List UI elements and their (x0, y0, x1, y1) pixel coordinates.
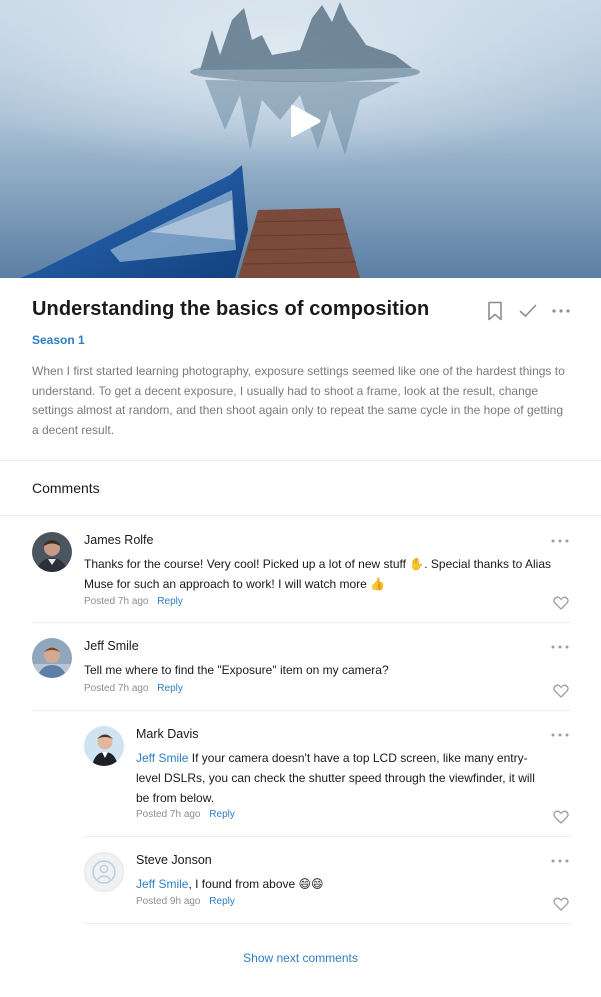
reply-item: Mark Davis Jeff Smile If your camera doe… (84, 726, 570, 826)
comment-item: James Rolfe Thanks for the course! Very … (32, 532, 570, 612)
play-button[interactable] (283, 99, 327, 143)
avatar[interactable] (32, 532, 72, 572)
lesson-actions (485, 300, 571, 322)
avatar-placeholder[interactable] (84, 852, 124, 892)
comment-text: Thanks for the course! Very cool! Picked… (84, 557, 551, 591)
more-icon[interactable] (550, 731, 570, 739)
comment-divider (32, 622, 570, 623)
season-link[interactable]: Season 1 (32, 333, 85, 347)
mention-link[interactable]: Jeff Smile (136, 877, 188, 891)
reply-button[interactable]: Reply (209, 896, 235, 907)
comment-meta: Posted 7h ago Reply (84, 596, 183, 607)
comments-heading: Comments (32, 480, 100, 496)
mark-complete-button[interactable] (518, 300, 538, 322)
comment-timestamp: Posted 7h ago (84, 683, 149, 694)
comment-item: Jeff Smile Tell me where to find the "Ex… (32, 638, 570, 700)
reply-button[interactable]: Reply (157, 683, 183, 694)
heart-icon[interactable] (553, 684, 569, 698)
comment-author[interactable]: Jeff Smile (84, 639, 139, 653)
video-player[interactable] (0, 0, 601, 278)
show-next-comments-button[interactable]: Show next comments (0, 951, 601, 965)
comment-divider (84, 923, 570, 924)
reply-button[interactable]: Reply (157, 596, 183, 607)
comment-text: Jeff Smile If your camera doesn't have a… (136, 751, 535, 805)
emoji: ✋ (409, 557, 425, 571)
comment-author[interactable]: Steve Jonson (136, 853, 212, 867)
comment-timestamp: Posted 7h ago (84, 596, 149, 607)
comment-meta: Posted 7h ago Reply (84, 683, 183, 694)
lesson-title: Understanding the basics of composition (32, 298, 430, 320)
emoji: 👍 (370, 577, 386, 591)
reply-item: Steve Jonson Jeff Smile, I found from ab… (84, 852, 570, 914)
comment-timestamp: Posted 7h ago (136, 809, 201, 820)
avatar[interactable] (32, 638, 72, 678)
heart-icon[interactable] (553, 810, 569, 824)
comment-text: Jeff Smile, I found from above 😄😄 (136, 877, 324, 891)
more-button[interactable] (551, 300, 571, 322)
user-icon (92, 860, 116, 884)
comment-divider (84, 836, 570, 837)
comment-meta: Posted 7h ago Reply (136, 809, 235, 820)
more-icon (552, 309, 570, 313)
bookmark-icon (488, 301, 502, 321)
comment-divider (32, 710, 570, 711)
section-divider (0, 460, 601, 461)
avatar[interactable] (84, 726, 124, 766)
comment-meta: Posted 9h ago Reply (136, 896, 235, 907)
emoji: 😄😄 (298, 877, 324, 891)
comment-author[interactable]: Mark Davis (136, 727, 199, 741)
reply-button[interactable]: Reply (209, 809, 235, 820)
bookmark-button[interactable] (485, 300, 505, 322)
more-icon[interactable] (550, 857, 570, 865)
comment-timestamp: Posted 9h ago (136, 896, 201, 907)
check-icon (519, 304, 537, 317)
lesson-description: When I first started learning photograph… (32, 364, 565, 437)
section-divider (0, 515, 601, 516)
more-icon[interactable] (550, 537, 570, 545)
comment-author[interactable]: James Rolfe (84, 533, 153, 547)
more-icon[interactable] (550, 643, 570, 651)
mention-link[interactable]: Jeff Smile (136, 751, 188, 765)
comment-text: Tell me where to find the "Exposure" ite… (84, 663, 389, 677)
play-icon (291, 104, 321, 138)
heart-icon[interactable] (553, 897, 569, 911)
heart-icon[interactable] (553, 596, 569, 610)
